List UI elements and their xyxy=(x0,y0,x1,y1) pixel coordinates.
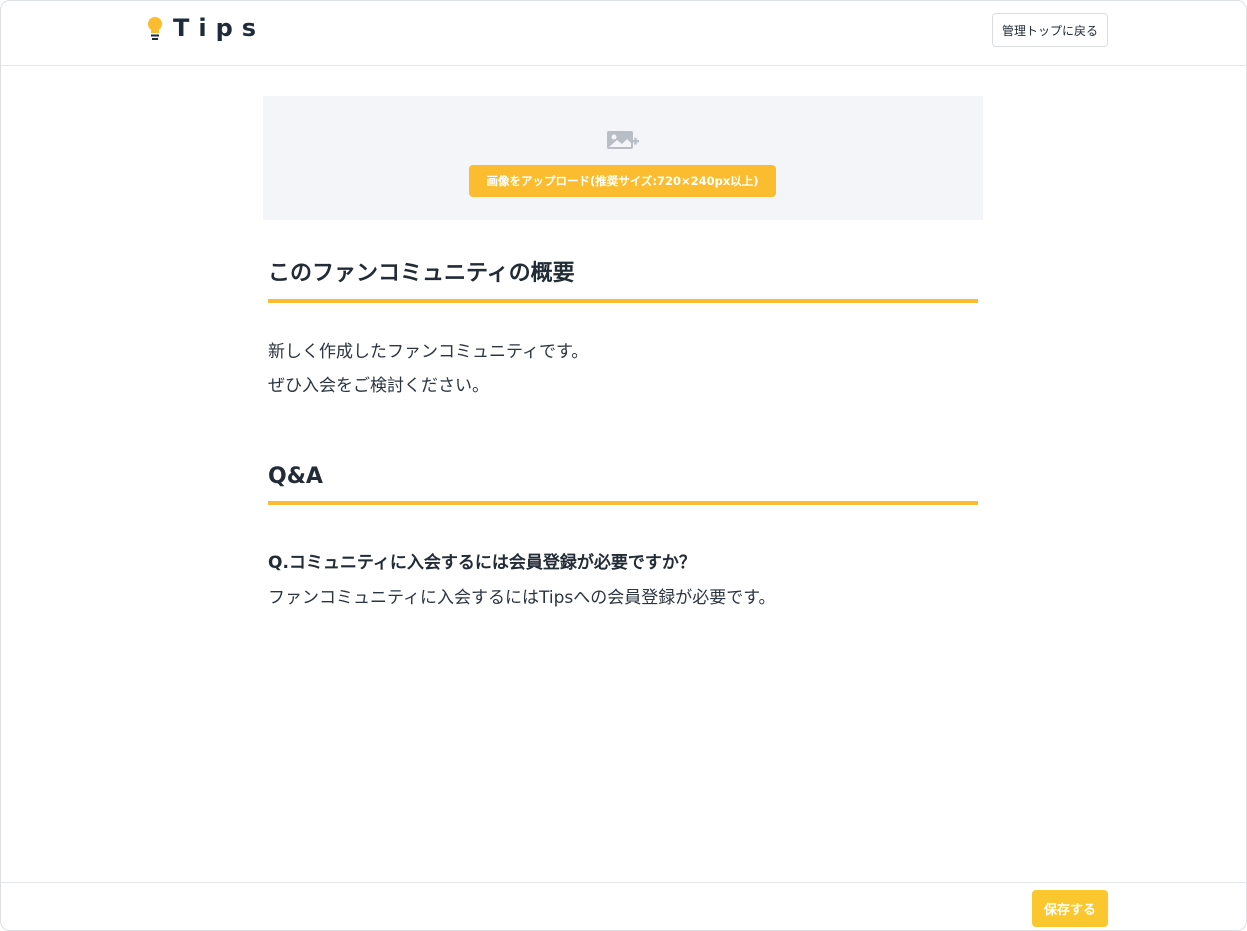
back-to-admin-button[interactable]: 管理トップに戻る xyxy=(992,13,1108,47)
qa-question: Q.コミュニティに入会するには会員登録が必要ですか？ xyxy=(268,553,696,573)
qa-answer: ファンコミュニティに入会するにはTipsへの会員登録が必要です。 xyxy=(268,588,776,608)
lightbulb-icon xyxy=(148,17,162,40)
logo-text: Tips xyxy=(173,14,266,42)
upload-image-button[interactable]: 画像をアップロード(推奨サイズ:720×240px以上) xyxy=(469,165,776,197)
overview-line-2: ぜひ入会をご検討ください。 xyxy=(268,376,489,396)
cover-image-upload-area[interactable]: 画像をアップロード(推奨サイズ:720×240px以上) xyxy=(263,96,983,220)
footer-bar: 保存する xyxy=(1,882,1246,930)
add-image-icon xyxy=(607,131,639,149)
overview-title: このファンコミュニティの概要 xyxy=(268,255,978,303)
header: Tips 管理トップに戻る xyxy=(1,1,1246,66)
overview-line-1: 新しく作成したファンコミュニティです。 xyxy=(268,342,589,362)
save-button[interactable]: 保存する xyxy=(1032,890,1108,927)
logo[interactable]: Tips xyxy=(147,13,265,43)
app-window: Tips 管理トップに戻る 画像をアップロード(推奨サイズ:720×240px以… xyxy=(0,0,1247,931)
qa-title: Q&A xyxy=(268,464,978,505)
